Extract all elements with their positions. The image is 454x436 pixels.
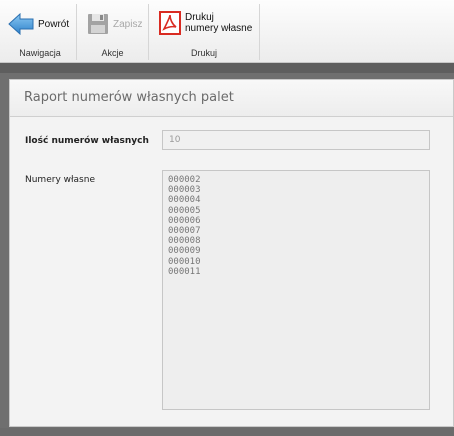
floppy-disk-icon: [88, 14, 108, 34]
count-label: Ilość numerów własnych: [25, 136, 149, 146]
toolbar-shadow-strip: [0, 63, 454, 73]
group-label-actions: Akcje: [101, 48, 124, 58]
page-title: Raport numerów własnych palet: [24, 90, 234, 105]
group-print: Drukuj numery własne Drukuj: [149, 4, 260, 60]
print-own-numbers-button[interactable]: Drukuj numery własne: [159, 7, 252, 39]
report-panel: Raport numerów własnych palet Ilość nume…: [9, 79, 454, 427]
print-label-line2: numery własne: [185, 23, 253, 34]
count-field[interactable]: 10: [162, 130, 430, 150]
group-label-navigation: Nawigacja: [19, 48, 61, 58]
save-button-label: Zapisz: [113, 18, 143, 30]
print-own-numbers-label: Drukuj numery własne: [185, 12, 252, 34]
pdf-icon: [159, 11, 181, 35]
back-arrow-icon: [8, 13, 34, 35]
own-numbers-textarea[interactable]: 000002 000003 000004 000005 000006 00000…: [162, 170, 430, 410]
group-label-print: Drukuj: [190, 48, 217, 58]
group-navigation: Powrót Nawigacja: [4, 4, 77, 60]
save-button[interactable]: Zapisz: [87, 8, 142, 40]
group-actions: Zapisz Akcje: [77, 4, 149, 60]
print-label-line1: Drukuj: [185, 12, 214, 23]
back-button-label: Powrót: [38, 18, 70, 30]
ribbon-toolbar: Powrót Nawigacja Zapisz Akcje Drukuj num…: [0, 0, 454, 63]
back-button[interactable]: Powrót: [8, 8, 69, 40]
panel-header: Raport numerów własnych palet: [10, 80, 453, 117]
numbers-label: Numery własne: [25, 175, 95, 185]
bottom-bar: [0, 428, 454, 436]
